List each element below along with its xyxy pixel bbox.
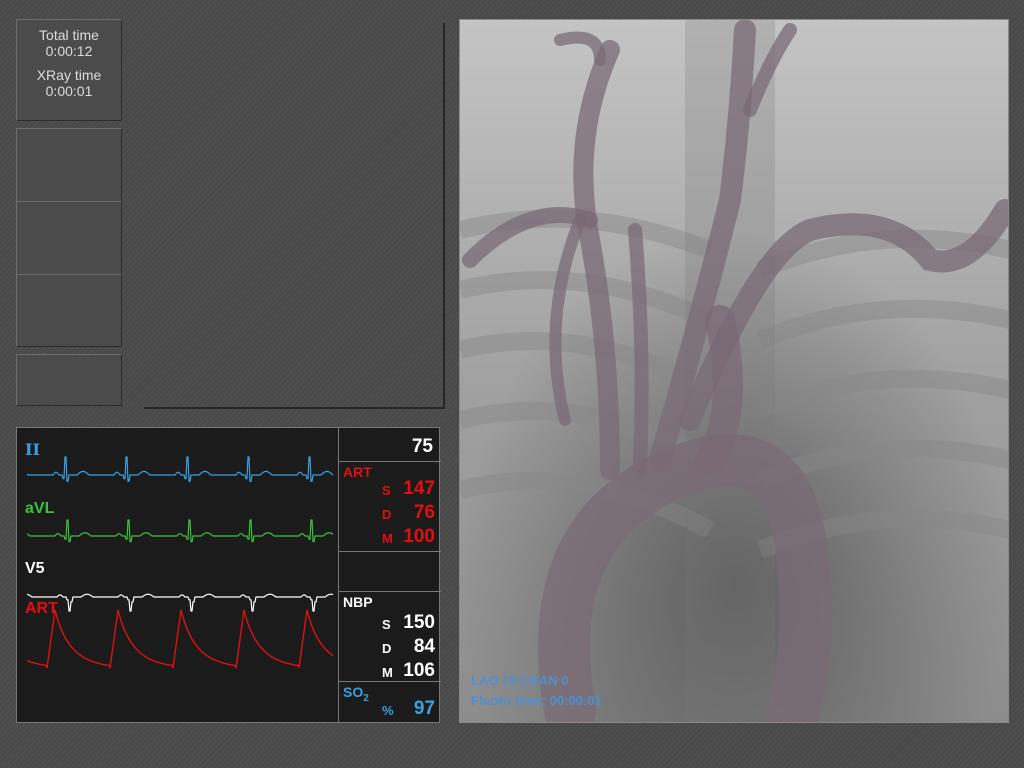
nbp-m-key: M [382, 665, 393, 680]
art-m-key: M [382, 531, 393, 546]
nbp-s-key: S [382, 617, 391, 632]
xray-time-label: XRay time [36, 67, 102, 83]
nbp-cell: NBP S 150 D 84 M 106 [339, 592, 441, 682]
heart-rate-value: 75 [411, 436, 433, 457]
patient-monitor: II aVL V5 ART 75 ART S 147 D 76 M 100 NBP S… [16, 427, 441, 723]
art-systolic: 147 [403, 478, 435, 499]
total-time-label: Total time [39, 27, 99, 43]
fluoro-time-readout: Fluoro time: 00:00:01 [471, 693, 602, 708]
total-time-value: 0:00:12 [45, 43, 93, 59]
ecg-ii-trace [26, 456, 334, 482]
xray-time-value: 0:00:01 [45, 83, 93, 99]
waveform-traces [26, 456, 334, 669]
angiography-image [460, 20, 1008, 722]
stack-divider [17, 201, 121, 202]
angle-readout: LAO 19 CRAN 0 [471, 673, 569, 688]
art-d-key: D [382, 507, 392, 522]
timer-panel: Total time 0:00:12 XRay time 0:00:01 [16, 19, 122, 121]
waveform-area: II aVL V5 ART [17, 428, 337, 722]
small-panel [16, 354, 122, 406]
ecg-avl-trace [26, 519, 334, 543]
vitals-panel: 75 ART S 147 D 76 M 100 NBP S 150 D 84 M 106 S… [338, 428, 441, 722]
so2-cell: SO2 % 97 [339, 682, 441, 722]
so2-value: 97 [413, 698, 435, 719]
thumbnail-stack [16, 128, 122, 347]
empty-vital-cell [339, 552, 441, 592]
nbp-mean: 106 [403, 660, 435, 681]
fluoroscopy-view[interactable]: LAO 19 CRAN 0 Fluoro time: 00:00:01 [459, 19, 1009, 723]
heart-rate-cell: 75 [339, 428, 441, 462]
nbp-diastolic: 84 [413, 636, 435, 657]
nbp-label: NBP [343, 594, 373, 610]
secondary-view [144, 23, 445, 409]
art-mean: 100 [403, 526, 435, 547]
stack-divider [17, 274, 121, 275]
nbp-d-key: D [382, 641, 392, 656]
so2-key: % [382, 703, 394, 718]
art-pressure-trace [26, 609, 334, 669]
art-diastolic: 76 [413, 502, 435, 523]
ecg-v5-trace [26, 593, 334, 612]
nbp-systolic: 150 [403, 612, 435, 633]
art-cell: ART S 147 D 76 M 100 [339, 462, 441, 552]
art-s-key: S [382, 483, 391, 498]
